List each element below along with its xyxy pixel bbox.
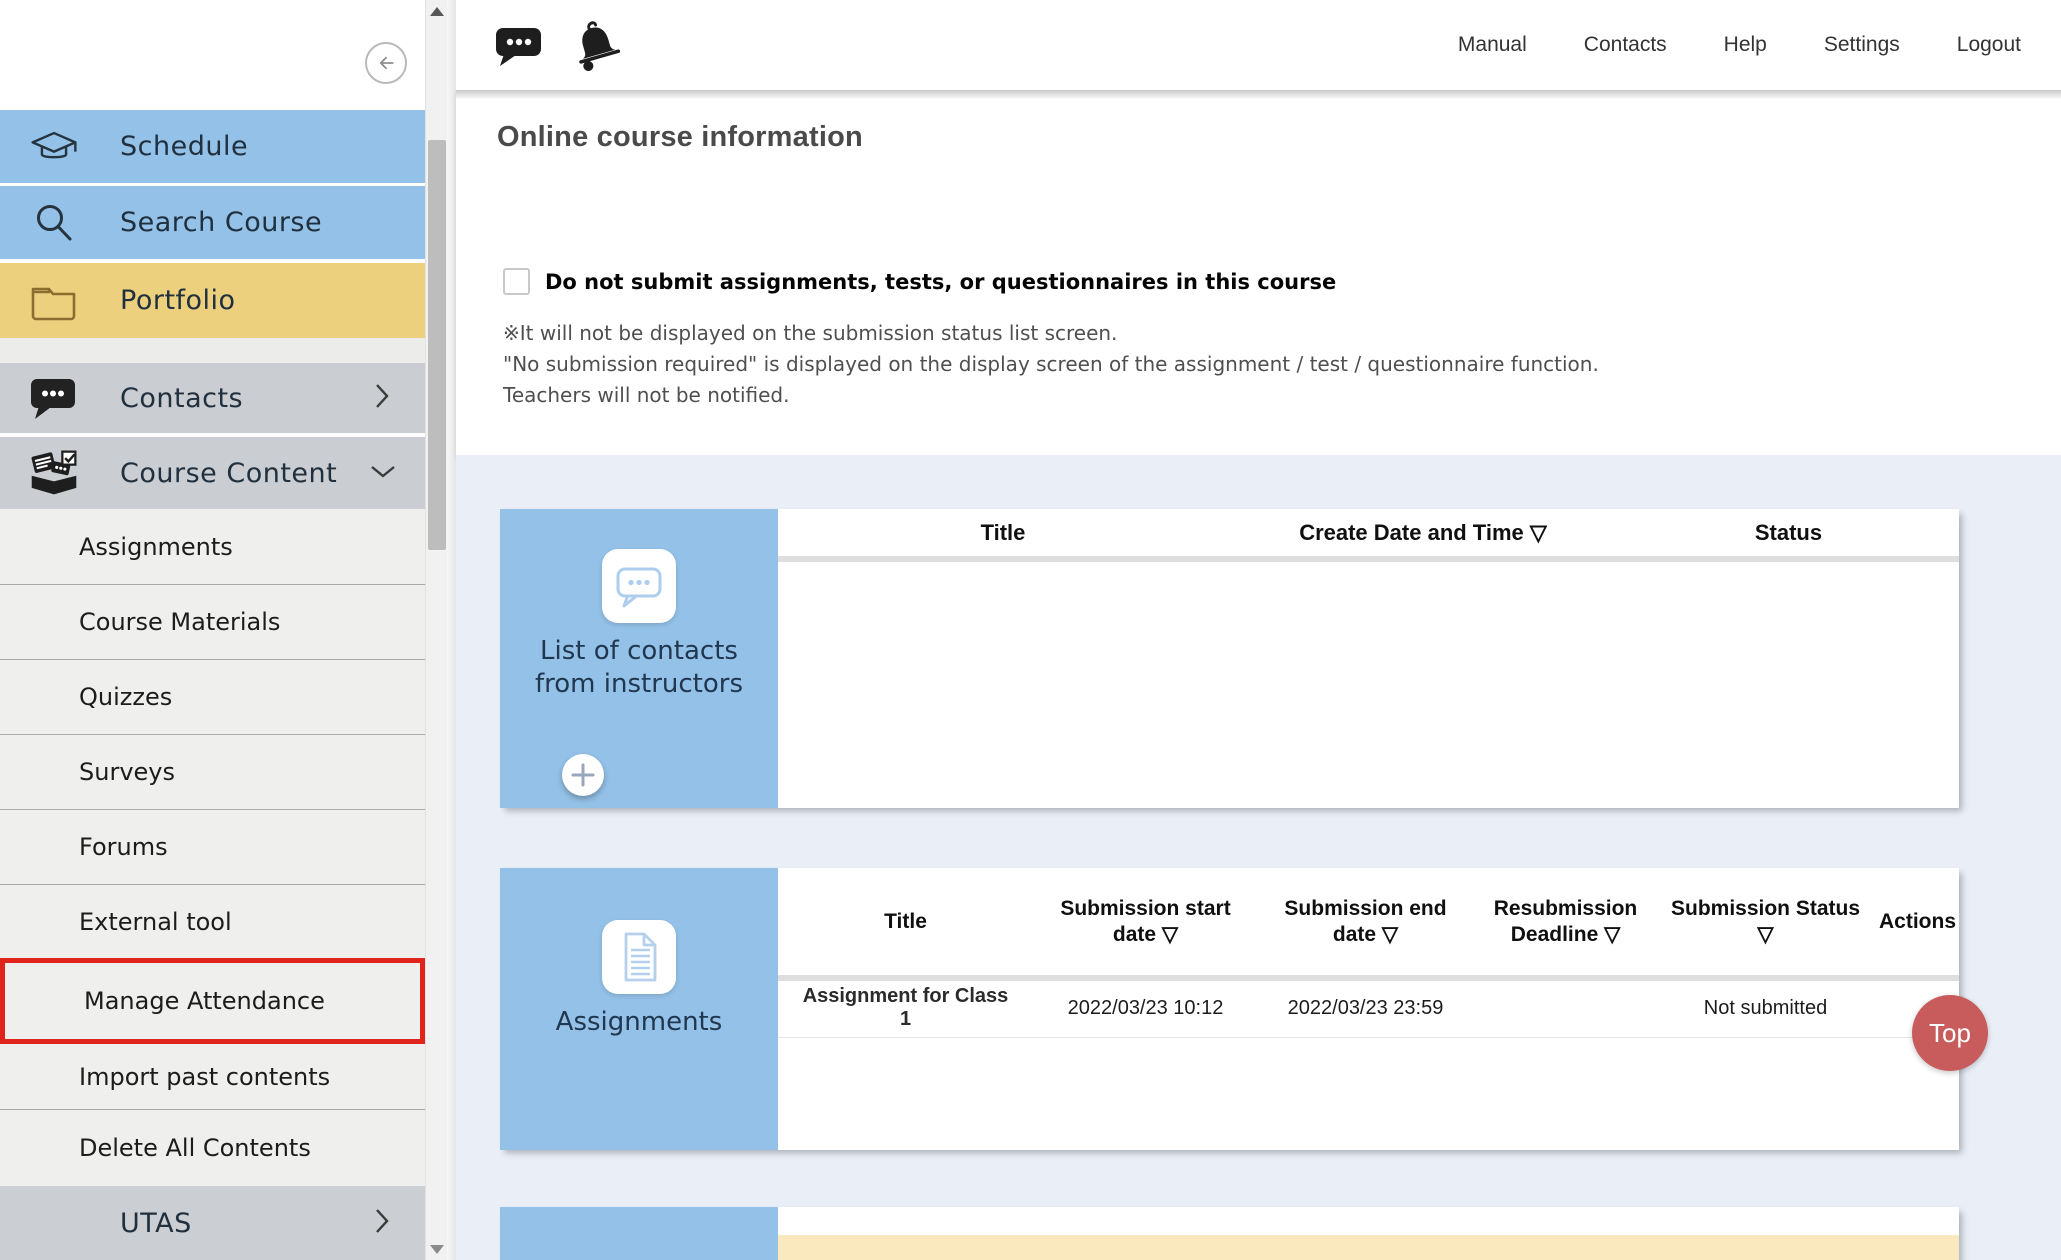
search-icon <box>28 201 80 245</box>
column-header-create-date-sortable[interactable]: Create Date and Time ▽ <box>1228 520 1618 546</box>
sidebar-scrollbar <box>425 0 447 1260</box>
divider <box>0 338 425 363</box>
sidebar-item-label: Contacts <box>120 383 243 414</box>
table-header-row: Title Submission start date ▽ Submission… <box>778 868 1959 975</box>
chevron-right-icon <box>373 1207 391 1239</box>
nav-link-contacts[interactable]: Contacts <box>1584 33 1667 57</box>
notifications-button[interactable] <box>570 19 624 71</box>
contacts-from-instructors-card: List of contacts from instructors Title … <box>500 509 1959 808</box>
sidebar-item-utas[interactable]: UTAS <box>0 1186 425 1260</box>
contacts-card-panel: List of contacts from instructors <box>500 509 778 808</box>
next-card-table <box>778 1207 1959 1260</box>
column-header-title: Title <box>778 909 1033 935</box>
table-row: Assignment for Class 1 2022/03/23 10:12 … <box>778 981 1959 1038</box>
sidebar-item-contacts[interactable]: Contacts <box>0 363 425 433</box>
next-card-panel <box>500 1207 778 1260</box>
chat-bubble-icon <box>28 376 80 420</box>
sidebar-item-surveys[interactable]: Surveys <box>0 734 425 809</box>
sidebar-item-portfolio[interactable]: Portfolio <box>0 263 425 338</box>
scrollbar-thumb[interactable] <box>428 140 446 550</box>
card-caption: Assignments <box>519 1006 759 1039</box>
graduation-cap-icon <box>28 126 80 168</box>
main-area: Manual Contacts Help Settings Logout Onl… <box>456 0 2061 1260</box>
nav-link-logout[interactable]: Logout <box>1957 33 2021 57</box>
next-section-card-partial <box>500 1207 1959 1260</box>
submission-start-value: 2022/03/23 10:12 <box>1033 997 1258 1020</box>
sidebar-item-label: Schedule <box>120 131 248 162</box>
document-badge <box>602 920 676 994</box>
assignments-card: Assignments Title Submission start date … <box>500 868 1959 1150</box>
folder-icon <box>28 280 80 322</box>
course-info-panel: Online course information Do not submit … <box>456 90 2061 455</box>
plus-icon <box>562 754 604 796</box>
column-header-actions: Actions <box>1873 909 1959 935</box>
content-area: List of contacts from instructors Title … <box>456 455 2061 1260</box>
sidebar-item-schedule[interactable]: Schedule <box>0 110 425 183</box>
top-navigation: Manual Contacts Help Settings Logout <box>1458 33 2061 57</box>
sidebar-item-delete-all-contents[interactable]: Delete All Contents <box>0 1109 425 1186</box>
nav-link-manual[interactable]: Manual <box>1458 33 1527 57</box>
chevron-down-icon <box>369 463 397 483</box>
column-header-submission-end-sortable[interactable]: Submission end date ▽ <box>1258 896 1473 948</box>
submission-status-value: Not submitted <box>1658 997 1873 1020</box>
assignments-table: Title Submission start date ▽ Submission… <box>778 868 1959 1150</box>
sidebar-item-manage-attendance-highlighted[interactable]: Manage Attendance <box>0 958 425 1044</box>
assignments-card-panel: Assignments <box>500 868 778 1150</box>
table-header-row: Title Create Date and Time ▽ Status <box>778 509 1959 556</box>
column-header-status: Status <box>1618 520 1959 546</box>
sidebar-item-search-course[interactable]: Search Course <box>0 186 425 259</box>
sidebar-collapse-button[interactable] <box>365 42 407 84</box>
sidebar: Schedule Search Course <box>0 0 447 1260</box>
note-line: Teachers will not be notified. <box>503 380 1599 411</box>
top-bar: Manual Contacts Help Settings Logout <box>456 0 2061 90</box>
scrollbar-up-arrow[interactable] <box>426 0 448 22</box>
document-icon <box>614 930 664 984</box>
do-not-submit-checkbox[interactable] <box>503 268 530 295</box>
sidebar-item-assignments[interactable]: Assignments <box>0 509 425 584</box>
course-box-icon <box>28 449 80 497</box>
sidebar-item-forums[interactable]: Forums <box>0 809 425 884</box>
sidebar-item-label: UTAS <box>120 1208 192 1239</box>
highlighted-table-row <box>778 1235 1959 1260</box>
add-contact-button[interactable] <box>562 754 604 796</box>
arrow-left-icon <box>371 48 401 78</box>
sidebar-main-divider <box>447 0 456 1260</box>
nav-link-settings[interactable]: Settings <box>1824 33 1900 57</box>
column-header-submission-status-sortable[interactable]: Submission Status ▽ <box>1658 896 1873 948</box>
column-header-title: Title <box>778 520 1228 546</box>
note-line: ※It will not be displayed on the submiss… <box>503 318 1599 349</box>
sidebar-item-course-content[interactable]: Course Content <box>0 437 425 509</box>
assignment-title-link[interactable]: Assignment for Class 1 <box>778 985 1033 1031</box>
card-caption: List of contacts from instructors <box>519 635 759 701</box>
course-content-submenu: Assignments Course Materials Quizzes Sur… <box>0 509 425 1186</box>
sidebar-item-external-tool[interactable]: External tool <box>0 884 425 958</box>
sidebar-item-label: Portfolio <box>120 285 236 316</box>
chat-bubble-badge <box>602 549 676 623</box>
chat-bubble-icon <box>494 23 544 67</box>
sidebar-item-course-materials[interactable]: Course Materials <box>0 584 425 659</box>
messages-button[interactable] <box>494 23 544 67</box>
do-not-submit-label: Do not submit assignments, tests, or que… <box>545 270 1336 294</box>
scroll-to-top-button[interactable]: Top <box>1912 995 1988 1071</box>
divider <box>778 556 1959 562</box>
note-line: "No submission required" is displayed on… <box>503 349 1599 380</box>
chevron-right-icon <box>373 382 391 414</box>
sidebar-item-import-past-contents[interactable]: Import past contents <box>0 1044 425 1109</box>
nav-link-help[interactable]: Help <box>1724 33 1767 57</box>
sidebar-item-quizzes[interactable]: Quizzes <box>0 659 425 734</box>
sidebar-item-label: Search Course <box>120 207 322 238</box>
app-window: Schedule Search Course <box>0 0 2061 1260</box>
column-header-submission-start-sortable[interactable]: Submission start date ▽ <box>1033 896 1258 948</box>
table-row <box>778 1207 1959 1235</box>
contacts-table: Title Create Date and Time ▽ Status <box>778 509 1959 808</box>
submission-notes: ※It will not be displayed on the submiss… <box>503 318 1599 411</box>
page-title: Online course information <box>497 121 863 154</box>
column-header-resubmission-deadline-sortable[interactable]: Resubmission Deadline ▽ <box>1473 896 1658 948</box>
chat-bubble-icon <box>611 560 667 612</box>
scrollbar-down-arrow[interactable] <box>426 1238 448 1260</box>
sidebar-header <box>0 0 425 110</box>
submission-end-value: 2022/03/23 23:59 <box>1258 997 1473 1020</box>
sidebar-item-label: Course Content <box>120 458 337 489</box>
bell-icon <box>570 19 624 71</box>
